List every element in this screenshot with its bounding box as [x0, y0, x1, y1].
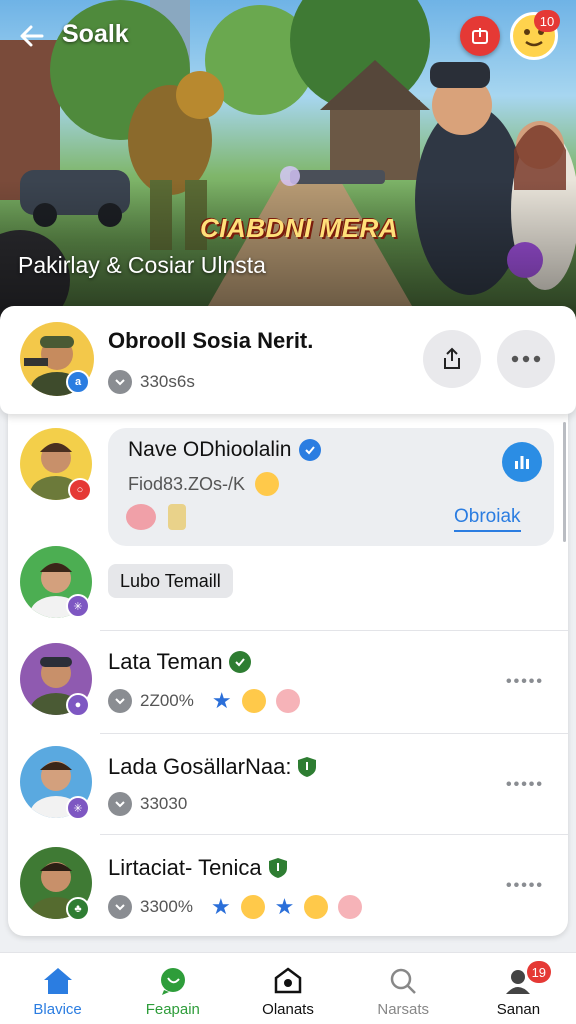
- nav-item-hub[interactable]: Olanats: [230, 953, 345, 1024]
- member-stat-value: 33030: [140, 794, 188, 813]
- member-reactions: ★ ★: [210, 894, 363, 919]
- member-name-text: Lada GosällarNaa:: [108, 754, 292, 779]
- member-stat: 3300% ★ ★: [108, 894, 363, 919]
- message-subtitle: Fiod83.ZOs-/K: [128, 472, 280, 496]
- message-sender: Nave ODhioolalin: [128, 438, 322, 462]
- bar-chart-icon: [515, 456, 529, 469]
- smile-emoji-icon: [241, 689, 266, 713]
- share-profile-button[interactable]: [423, 330, 481, 388]
- home-outline-icon: [272, 965, 304, 997]
- drink-emoji-icon: [168, 504, 186, 530]
- message-status-badge: ○: [68, 478, 92, 502]
- member-row[interactable]: ● Lata Teman 2Z00% ★ •••••: [8, 631, 568, 733]
- member-reactions: ★: [212, 689, 300, 713]
- verified-badge-icon: [228, 651, 251, 673]
- banner-caption: Pakirlay & Cosiar Ulnsta: [18, 252, 266, 278]
- shield-badge-icon: [268, 857, 288, 879]
- member-status-badge: ♣: [66, 897, 90, 921]
- message-subtitle-text: Fiod83.ZOs-/K: [128, 473, 246, 494]
- member-stat: 33030: [108, 792, 187, 816]
- message-reactions: [126, 504, 186, 530]
- smile-emoji-icon: [304, 895, 329, 919]
- reply-chip[interactable]: Lubo Temaill: [108, 564, 233, 598]
- blush-emoji-icon: [275, 689, 300, 713]
- bottom-navigation: Blavice Feapain Olanats Narsats 19 Sanan: [0, 952, 576, 1024]
- more-dots-icon: [511, 355, 541, 363]
- member-name: Lirtaciat- Tenica: [108, 855, 288, 881]
- profile-card: a Obrooll Sosia Nerit. 330s6s: [0, 306, 576, 414]
- profile-status-badge: a: [66, 370, 90, 394]
- mask-emoji-icon: [126, 504, 156, 530]
- nav-item-profile[interactable]: 19 Sanan: [461, 953, 576, 1024]
- game-logo-text: CIABDNI MERA: [200, 213, 399, 243]
- hero-banner: Soalk 10 CIABDNI MERA Pakirlay & Cosiar …: [0, 0, 576, 320]
- member-name: Lata Teman: [108, 649, 251, 675]
- notification-count-badge: 10: [534, 10, 560, 32]
- page-title: Soalk: [62, 20, 129, 48]
- blush-emoji-icon: [338, 895, 363, 919]
- member-status-badge: ●: [66, 693, 90, 717]
- nav-item-chat[interactable]: Feapain: [115, 953, 230, 1024]
- nav-label-search: Narsats: [377, 1001, 430, 1018]
- member-stat: 2Z00% ★: [108, 689, 300, 713]
- nav-label-hub: Olanats: [262, 1001, 314, 1018]
- arrow-left-icon: [20, 25, 44, 47]
- message-sender-name: Nave ODhioolalin: [128, 438, 292, 461]
- blue-star-icon: ★: [211, 688, 232, 713]
- member-status-badge: ✳: [66, 796, 90, 820]
- member-name-text: Lata Teman: [108, 649, 223, 674]
- shield-badge-icon: [297, 756, 317, 778]
- member-stat-value: 3300%: [140, 897, 193, 916]
- profile-name: Obrooll Sosia Nerit.: [108, 328, 314, 353]
- member-list: ○ Nave ODhioolalin Fiod83.ZOs-/K Obroiak…: [8, 414, 568, 936]
- message-row: ○ Nave ODhioolalin Fiod83.ZOs-/K Obroiak…: [8, 414, 568, 618]
- profile-stat-value: 330s6s: [140, 372, 195, 391]
- member-row[interactable]: ✳ Lada GosällarNaa: 33030 •••••: [8, 734, 568, 836]
- blue-star-icon: ★: [274, 894, 295, 919]
- member-menu-button[interactable]: •••••: [506, 776, 544, 794]
- smirk-emoji-icon: [255, 472, 280, 496]
- banner-shade: [0, 180, 576, 320]
- share-button[interactable]: [460, 16, 500, 56]
- nav-label-home: Blavice: [33, 1001, 82, 1018]
- home-icon: [42, 965, 74, 997]
- member-stat-value: 2Z00%: [140, 691, 194, 710]
- message-bubble[interactable]: Nave ODhioolalin Fiod83.ZOs-/K Obroiak: [108, 428, 554, 546]
- nav-label-profile: Sanan: [496, 1001, 541, 1018]
- message-action-link[interactable]: Obroiak: [454, 506, 521, 532]
- back-button[interactable]: [14, 18, 50, 54]
- share-icon: [472, 28, 488, 44]
- nav-item-search[interactable]: Narsats: [346, 953, 461, 1024]
- smirk-emoji-icon: [240, 895, 265, 919]
- nav-item-home[interactable]: Blavice: [0, 953, 115, 1024]
- chevron-down-icon[interactable]: [108, 370, 132, 394]
- verified-check-icon: [299, 439, 322, 461]
- profile-notification-badge: 19: [526, 961, 551, 983]
- member-name-text: Lirtaciat- Tenica: [108, 855, 262, 880]
- more-options-button[interactable]: [497, 330, 555, 388]
- member-menu-button[interactable]: •••••: [506, 877, 544, 895]
- search-icon: [387, 965, 419, 997]
- member-menu-button[interactable]: •••••: [506, 673, 544, 691]
- chat-bubble-icon: [157, 965, 189, 997]
- profile-stat: 330s6s: [108, 370, 195, 394]
- stats-button[interactable]: [502, 442, 542, 482]
- blue-star-icon: ★: [210, 894, 231, 919]
- share-upload-icon: [444, 347, 460, 369]
- nav-label-chat: Feapain: [145, 1001, 200, 1018]
- chip-status-badge: ✳: [66, 594, 90, 618]
- member-name: Lada GosällarNaa:: [108, 754, 317, 780]
- chevron-down-icon[interactable]: [108, 689, 132, 713]
- chevron-down-icon[interactable]: [108, 895, 132, 919]
- member-row[interactable]: ♣ Lirtaciat- Tenica 3300% ★ ★ •••••: [8, 835, 568, 936]
- chevron-down-icon[interactable]: [108, 792, 132, 816]
